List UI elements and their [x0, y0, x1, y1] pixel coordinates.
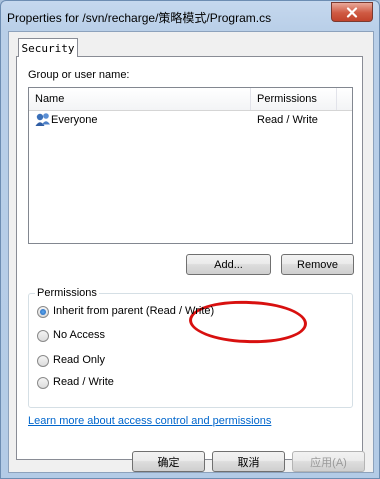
ok-button[interactable]: 确定	[132, 451, 205, 472]
radio-inherit[interactable]	[37, 306, 49, 318]
group-or-user-label: Group or user name:	[28, 69, 130, 81]
list-item[interactable]: Everyone Read / Write	[29, 111, 352, 129]
radio-no-access-label[interactable]: No Access	[53, 329, 105, 341]
remove-user-button[interactable]: Remove	[281, 254, 354, 275]
radio-read-write[interactable]	[37, 377, 49, 389]
properties-window: Properties for /svn/recharge/策略模式/Progra…	[0, 0, 380, 479]
learn-more-link[interactable]: Learn more about access control and perm…	[28, 415, 271, 427]
permissions-group: Permissions Inherit from parent (Read / …	[28, 287, 353, 408]
add-user-button[interactable]: Add...	[186, 254, 271, 275]
tab-security[interactable]: Security	[18, 38, 78, 57]
user-name-cell: Everyone	[51, 114, 98, 126]
users-list[interactable]: Name Permissions Everyone Read / Write	[28, 87, 353, 244]
close-button[interactable]	[331, 2, 373, 22]
permissions-group-title: Permissions	[35, 287, 99, 299]
title-bar[interactable]: Properties for /svn/recharge/策略模式/Progra…	[1, 1, 379, 31]
list-header: Name Permissions	[29, 88, 352, 111]
radio-read-only[interactable]	[37, 355, 49, 367]
close-icon	[346, 6, 358, 18]
security-tab-panel: Group or user name: Name Permissions Eve…	[16, 56, 363, 460]
dialog-client-area: Security Group or user name: Name Permis…	[8, 31, 374, 473]
column-header-permissions[interactable]: Permissions	[251, 88, 337, 110]
cancel-button[interactable]: 取消	[212, 451, 285, 472]
window-title: Properties for /svn/recharge/策略模式/Progra…	[7, 11, 272, 25]
user-permissions-cell: Read / Write	[257, 114, 318, 126]
radio-inherit-label[interactable]: Inherit from parent (Read / Write)	[53, 305, 214, 317]
radio-read-only-label[interactable]: Read Only	[53, 354, 105, 366]
apply-button[interactable]: 应用(A)	[292, 451, 365, 472]
radio-read-write-label[interactable]: Read / Write	[53, 376, 114, 388]
radio-no-access[interactable]	[37, 330, 49, 342]
column-header-name[interactable]: Name	[29, 88, 251, 110]
